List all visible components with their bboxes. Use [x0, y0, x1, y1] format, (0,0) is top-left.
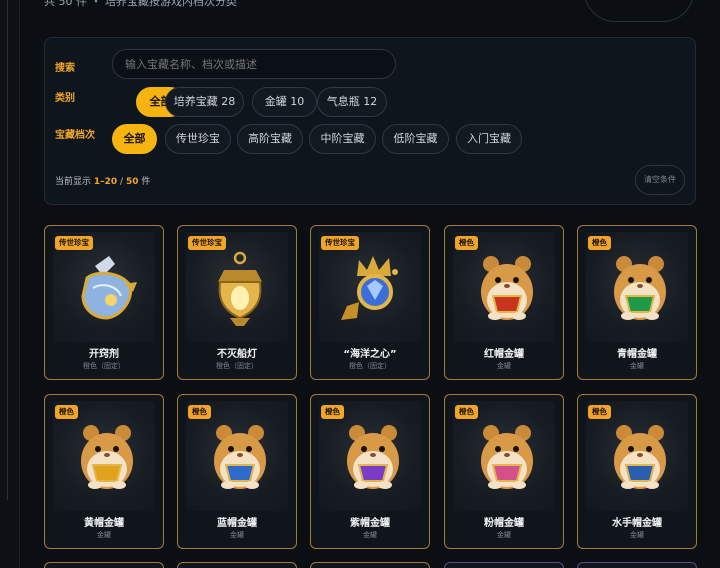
search-input[interactable] — [112, 49, 396, 79]
tier-badge: 传世珍宝 — [321, 236, 359, 250]
left-rail — [0, 0, 20, 568]
tier-badge: 橙色 — [321, 405, 344, 419]
rail-edge — [0, 0, 8, 500]
category-label: 类别 — [55, 93, 75, 104]
clear-filters-button[interactable]: 清空条件 — [635, 165, 685, 195]
treasure-card[interactable] — [310, 562, 430, 568]
card-name: 黄帽金罐 — [84, 518, 124, 529]
top-pill-button[interactable] — [584, 0, 694, 22]
result-count: 当前显示 1–20 / 50 件 — [55, 174, 150, 187]
treasure-card[interactable]: 传世珍宝 开窍剂 橙色（固定） — [44, 225, 164, 380]
card-subtitle: 金罐 — [363, 531, 377, 539]
tier-badge: 橙色 — [588, 236, 611, 250]
treasure-card[interactable] — [177, 562, 297, 568]
card-subtitle: 金罐 — [230, 531, 244, 539]
result-count-range: 1–20 — [93, 177, 118, 187]
treasure-card[interactable]: 橙色 粉帽金罐 金罐 — [444, 394, 564, 549]
tier-chip-high[interactable]: 高阶宝藏 — [237, 124, 303, 154]
tier-chip-low[interactable]: 低阶宝藏 — [382, 124, 449, 154]
result-count-suffix: 件 — [138, 177, 151, 187]
tier-badge: 传世珍宝 — [55, 236, 93, 250]
treasure-card[interactable] — [44, 562, 164, 568]
tier-badge: 橙色 — [55, 405, 78, 419]
tier-label: 宝藏档次 — [55, 130, 95, 141]
card-name: 开窍剂 — [89, 349, 119, 360]
tier-badge: 橙色 — [188, 405, 211, 419]
page-subtitle: 共 50 件 ・ 培养宝藏按游戏内档次分类 — [44, 0, 237, 8]
treasure-card[interactable]: 橙色 青帽金罐 金罐 — [577, 225, 697, 380]
card-name: 粉帽金罐 — [484, 518, 524, 529]
card-name: 蓝帽金罐 — [217, 518, 257, 529]
treasure-card[interactable]: 橙色 水手帽金罐 金罐 — [577, 394, 697, 549]
treasure-card[interactable]: 传世珍宝 “海洋之心” 橙色（固定） — [310, 225, 430, 380]
result-count-separator: / — [117, 177, 126, 187]
card-name: 红帽金罐 — [484, 349, 524, 360]
treasure-card[interactable]: 橙色 黄帽金罐 金罐 — [44, 394, 164, 549]
result-count-prefix: 当前显示 — [55, 177, 94, 187]
tier-badge: 传世珍宝 — [188, 236, 226, 250]
card-subtitle: 橙色（固定） — [216, 362, 258, 370]
result-count-total: 50 — [125, 177, 139, 187]
tier-chip-mid[interactable]: 中阶宝藏 — [309, 124, 376, 154]
tier-badge: 橙色 — [455, 236, 478, 250]
card-name: 不灭船灯 — [217, 349, 257, 360]
tier-chip-entry[interactable]: 入门宝藏 — [456, 124, 522, 154]
category-chip-gold-jar[interactable]: 金罐 10 — [252, 87, 317, 117]
card-subtitle: 金罐 — [630, 362, 644, 370]
treasure-card[interactable]: 传世珍宝 不灭船灯 橙色（固定） — [177, 225, 297, 380]
tier-chip-legendary[interactable]: 传世珍宝 — [165, 124, 231, 154]
search-label: 搜索 — [55, 63, 75, 74]
card-name: 青帽金罐 — [617, 349, 657, 360]
card-subtitle: 金罐 — [497, 531, 511, 539]
card-subtitle: 金罐 — [97, 531, 111, 539]
tier-badge: 橙色 — [588, 405, 611, 419]
treasure-card[interactable] — [444, 562, 564, 568]
card-subtitle: 金罐 — [630, 531, 644, 539]
card-name: “海洋之心” — [343, 349, 397, 360]
card-name: 紫帽金罐 — [350, 518, 390, 529]
card-subtitle: 橙色（固定） — [349, 362, 391, 370]
treasure-card[interactable] — [577, 562, 697, 568]
card-name: 水手帽金罐 — [612, 518, 662, 529]
card-subtitle: 金罐 — [497, 362, 511, 370]
treasure-card[interactable]: 橙色 红帽金罐 金罐 — [444, 225, 564, 380]
category-chip-cultivation[interactable]: 培养宝藏 28 — [165, 87, 244, 117]
treasure-card[interactable]: 橙色 紫帽金罐 金罐 — [310, 394, 430, 549]
category-chip-aura-bottle[interactable]: 气息瓶 12 — [317, 87, 387, 117]
tier-chip-all[interactable]: 全部 — [112, 124, 157, 154]
card-subtitle: 橙色（固定） — [83, 362, 125, 370]
tier-badge: 橙色 — [455, 405, 478, 419]
filter-panel: 搜索 类别 全部 培养宝藏 28 金罐 10 气息瓶 12 宝藏档次 全部 传世… — [44, 37, 696, 205]
treasure-card[interactable]: 橙色 蓝帽金罐 金罐 — [177, 394, 297, 549]
